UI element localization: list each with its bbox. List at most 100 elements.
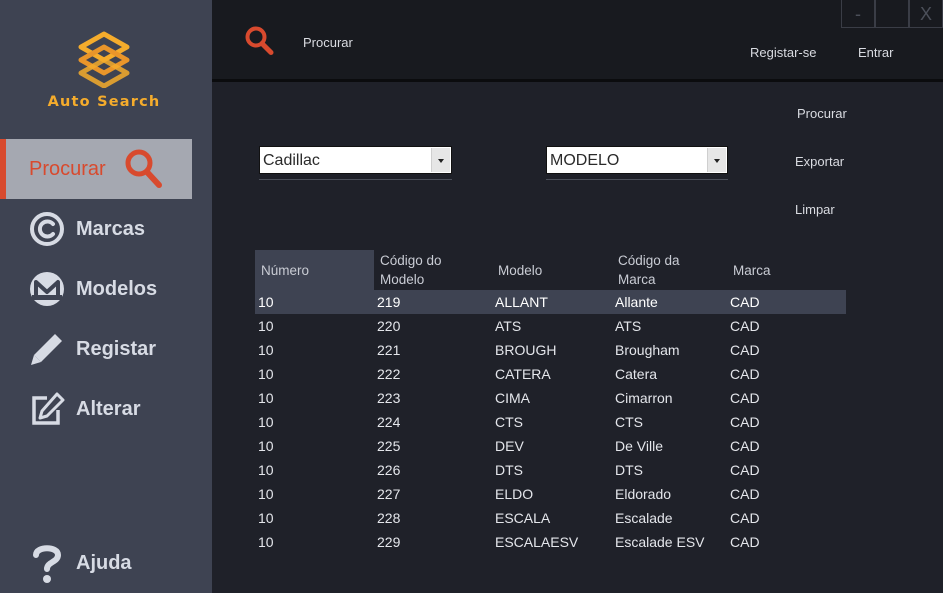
table-cell: CAD <box>730 534 760 550</box>
table-cell: CAD <box>730 390 760 406</box>
table-cell: 10 <box>258 510 274 526</box>
minimize-button[interactable]: - <box>841 0 875 28</box>
column-header-codigo-modelo[interactable]: Código do Modelo <box>380 250 490 290</box>
active-indicator <box>0 139 6 199</box>
sidebar-item-registar[interactable]: Registar <box>0 319 212 379</box>
logo-text: Auto Search <box>47 94 161 110</box>
table-cell: 226 <box>377 462 401 478</box>
table-cell: CTS <box>615 414 643 430</box>
table-header: Número Código do Modelo Modelo Código da… <box>255 250 846 290</box>
column-header-numero[interactable]: Número <box>255 250 374 290</box>
table-cell: Brougham <box>615 342 680 358</box>
table-cell: 10 <box>258 318 274 334</box>
table-cell: CAD <box>730 414 760 430</box>
pencil-icon <box>28 330 66 368</box>
sidebar-item-label: Marcas <box>76 218 145 240</box>
table-row[interactable]: 10 222 CATERA Catera CAD <box>255 362 846 386</box>
column-header-marca[interactable]: Marca <box>733 250 833 290</box>
table-cell: Eldorado <box>615 486 672 502</box>
table-cell: 227 <box>377 486 401 502</box>
table-cell: CAD <box>730 294 760 310</box>
table-cell: Allante <box>615 294 658 310</box>
table-cell: 10 <box>258 414 274 430</box>
table-cell: 225 <box>377 438 401 454</box>
search-icon[interactable] <box>243 24 275 56</box>
table-cell: ESCALA <box>495 510 551 526</box>
table-row[interactable]: 10 224 CTS CTS CAD <box>255 410 846 434</box>
help-label: Ajuda <box>76 552 132 574</box>
column-header-label: Marca <box>733 262 771 278</box>
column-header-line2: Marca <box>618 272 656 287</box>
table-row[interactable]: 10 221 BROUGH Brougham CAD <box>255 338 846 362</box>
brand-select-value: Cadillac <box>263 152 320 169</box>
table-cell: Escalade ESV <box>615 534 705 550</box>
table-row[interactable]: 10 219 ALLANT Allante CAD <box>255 290 846 314</box>
table-cell: ESCALAESV <box>495 534 579 550</box>
table-cell: 222 <box>377 366 401 382</box>
table-cell: 219 <box>377 294 401 310</box>
app-logo: Auto Search <box>0 30 212 120</box>
field-select[interactable]: MODELO <box>546 146 728 174</box>
chevron-down-icon[interactable] <box>431 148 450 172</box>
sidebar-item-procurar[interactable]: Procurar <box>0 139 192 199</box>
cube-logo-icon <box>78 31 130 88</box>
column-header-line1: Código do <box>380 253 442 268</box>
sidebar: Auto Search Procurar Marcas Modelos Regi… <box>0 0 212 593</box>
table-cell: ELDO <box>495 486 534 502</box>
table-cell: CATERA <box>495 366 551 382</box>
table-row[interactable]: 10 229 ESCALAESV Escalade ESV CAD <box>255 530 846 554</box>
table-cell: CAD <box>730 438 760 454</box>
question-icon <box>28 544 66 583</box>
table-row[interactable]: 10 223 CIMA Cimarron CAD <box>255 386 846 410</box>
table-cell: 10 <box>258 366 274 382</box>
table-cell: CIMA <box>495 390 530 406</box>
table-cell: 10 <box>258 438 274 454</box>
table-cell: 228 <box>377 510 401 526</box>
table-cell: 10 <box>258 534 274 550</box>
table-cell: ALLANT <box>495 294 548 310</box>
column-header-label: Modelo <box>498 262 543 278</box>
sidebar-item-label: Registar <box>76 338 157 360</box>
table-row[interactable]: 10 228 ESCALA Escalade CAD <box>255 506 846 530</box>
column-header-label: Número <box>261 262 310 278</box>
column-header-line1: Código da <box>618 253 680 268</box>
results-table: Número Código do Modelo Modelo Código da… <box>255 250 846 554</box>
register-link[interactable]: Registar-se <box>750 45 816 60</box>
table-cell: CAD <box>730 318 760 334</box>
brand-select[interactable]: Cadillac <box>259 146 452 174</box>
help-button[interactable]: Ajuda <box>0 533 212 593</box>
search-button[interactable]: Procurar <box>797 106 847 121</box>
sidebar-item-label: Alterar <box>76 398 141 420</box>
table-cell: ATS <box>615 318 642 334</box>
sidebar-item-label: Procurar <box>29 158 106 180</box>
table-row[interactable]: 10 225 DEV De Ville CAD <box>255 434 846 458</box>
table-cell: CAD <box>730 342 760 358</box>
table-cell: 10 <box>258 294 274 310</box>
table-row[interactable]: 10 220 ATS ATS CAD <box>255 314 846 338</box>
top-bar-divider <box>212 79 943 82</box>
export-button[interactable]: Exportar <box>795 154 844 169</box>
table-cell: 10 <box>258 462 274 478</box>
top-search-label[interactable]: Procurar <box>303 35 353 50</box>
table-row[interactable]: 10 227 ELDO Eldorado CAD <box>255 482 846 506</box>
table-cell: CTS <box>495 414 523 430</box>
chevron-down-icon[interactable] <box>707 148 726 172</box>
table-cell: 10 <box>258 342 274 358</box>
column-header-modelo[interactable]: Modelo <box>498 250 608 290</box>
maximize-button[interactable] <box>875 0 909 28</box>
table-cell: ATS <box>495 318 522 334</box>
search-icon <box>124 148 164 190</box>
brand-select-underline <box>259 179 452 180</box>
close-button[interactable]: X <box>909 0 943 28</box>
sidebar-item-marcas[interactable]: Marcas <box>0 199 212 259</box>
sidebar-item-modelos[interactable]: Modelos <box>0 259 212 319</box>
table-row[interactable]: 10 226 DTS DTS CAD <box>255 458 846 482</box>
clear-button[interactable]: Limpar <box>795 202 835 217</box>
login-link[interactable]: Entrar <box>858 45 893 60</box>
table-cell: 10 <box>258 486 274 502</box>
column-header-line2: Modelo <box>380 272 425 287</box>
column-header-codigo-marca[interactable]: Código da Marca <box>618 250 728 290</box>
sidebar-item-alterar[interactable]: Alterar <box>0 379 212 439</box>
table-cell: DEV <box>495 438 524 454</box>
table-cell: CAD <box>730 510 760 526</box>
